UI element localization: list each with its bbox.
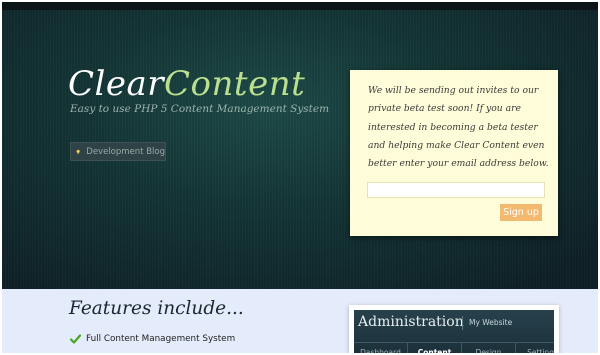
tagline: Easy to use PHP 5 Content Management Sys…	[70, 103, 330, 115]
checkmark-icon	[70, 334, 81, 344]
beta-signup-box: We will be sending out invites to our pr…	[350, 70, 558, 236]
logo-word-clear: Clear	[68, 64, 165, 104]
tab-dashboard[interactable]: Dashboard	[354, 343, 408, 353]
sign-up-button[interactable]: Sign up	[500, 204, 542, 221]
admin-title: Administration	[358, 314, 464, 330]
tab-content[interactable]: Content	[408, 343, 462, 353]
tab-design[interactable]: Design	[462, 343, 516, 353]
development-blog-label: Development Blog	[86, 146, 165, 157]
logo-word-content: Content	[164, 64, 306, 104]
development-blog-button[interactable]: Development Blog	[70, 142, 166, 161]
beta-invite-message: We will be sending out invites to our pr…	[368, 85, 549, 170]
features-heading: Features include...	[69, 298, 244, 319]
tab-settings[interactable]: Settings	[516, 343, 554, 353]
admin-site-name: My Website	[469, 318, 513, 327]
feature-list-item: Full Content Management System	[70, 334, 235, 344]
page-frame: ClearContent Easy to use PHP 5 Content M…	[2, 2, 598, 353]
admin-panel: Administration My Website Dashboard Cont…	[354, 310, 554, 353]
admin-tab-bar: Dashboard Content Design Settings	[354, 342, 554, 353]
email-input[interactable]	[367, 182, 545, 198]
admin-screenshot-preview: Administration My Website Dashboard Cont…	[349, 305, 559, 353]
site-logo[interactable]: ClearContent	[68, 62, 305, 106]
lightbulb-icon	[76, 149, 80, 154]
admin-header-divider	[462, 316, 463, 330]
top-bar	[2, 2, 598, 10]
feature-label: Full Content Management System	[86, 334, 236, 344]
